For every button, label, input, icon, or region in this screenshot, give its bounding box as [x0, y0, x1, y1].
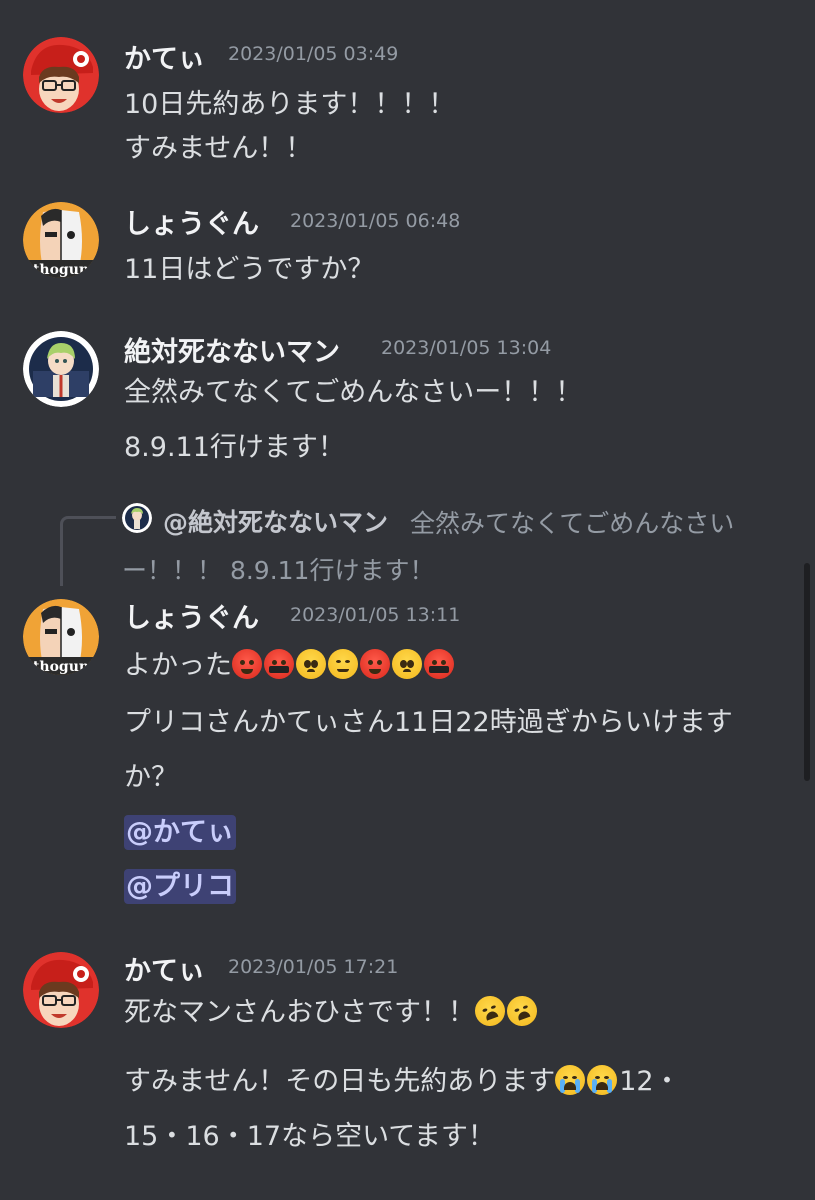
reply-preview[interactable]: 全然みてなくてごめんなさい [410, 504, 734, 540]
user-avatar[interactable] [23, 952, 99, 1028]
message-text: すみません！その日も先約あります 12・ [124, 1059, 681, 1098]
author-name[interactable]: かてぃ [124, 949, 205, 988]
pleading-face-emoji [392, 649, 422, 679]
message-mention: @プリコ [124, 864, 236, 904]
message-text: プリコさんかてぃさん11日22時過ぎからいけます [124, 707, 733, 738]
message-mention: @かてぃ [124, 810, 236, 850]
pleading-face-emoji [296, 649, 326, 679]
reply-avatar[interactable] [122, 503, 152, 533]
message-text: 死なマンさんおひさです！！ [124, 990, 542, 1031]
loudly-crying-face-emoji [587, 1065, 618, 1095]
message-text-prefix: 死なマンさんおひさです！！ [124, 997, 475, 1028]
angry-face-emoji [360, 649, 390, 679]
cursing-face-emoji [424, 649, 454, 679]
message-text-prefix: すみません！その日も先約あります [124, 1066, 556, 1097]
message-timestamp: 2023/01/05 13:04 [381, 337, 552, 359]
chat-log: かてぃ 2023/01/05 03:49 10日先約あります！！！！ すみません… [0, 0, 815, 1200]
user-avatar[interactable] [23, 37, 99, 113]
reply-connector [60, 516, 116, 586]
user-mention[interactable]: @かてぃ [124, 815, 236, 850]
user-avatar[interactable] [23, 331, 99, 407]
user-mention[interactable]: @プリコ [124, 869, 236, 904]
author-name[interactable]: 絶対死なないマン [124, 330, 340, 369]
svg-text:thogun: thogun [33, 262, 89, 278]
message-text: 8.9.11行けます！ [124, 432, 345, 463]
rolling-on-floor-laughing-emoji [502, 991, 542, 1031]
author-name[interactable]: しょうぐん [124, 202, 259, 241]
reply-author[interactable]: @絶対死なないマン [163, 503, 388, 539]
user-avatar[interactable]: thogun [23, 202, 99, 278]
message-timestamp: 2023/01/05 13:11 [290, 604, 461, 626]
message-timestamp: 2023/01/05 03:49 [228, 43, 399, 65]
angry-face-emoji [232, 649, 262, 679]
message-text-suffix: 12・ [619, 1066, 681, 1097]
message-text-prefix: よかった [124, 650, 232, 681]
unamused-face-emoji [328, 649, 358, 679]
author-name[interactable]: しょうぐん [124, 596, 259, 635]
loudly-crying-face-emoji [555, 1065, 586, 1095]
message-text: か？ [124, 762, 178, 793]
cursing-face-emoji [264, 649, 294, 679]
message-text: よかった [124, 643, 456, 682]
message-text: すみません！！ [124, 133, 313, 164]
message-text: 全然みてなくてごめんなさいー！！！ [124, 377, 583, 408]
message-timestamp: 2023/01/05 06:48 [290, 210, 461, 232]
message-text: 15・16・17なら空いてます！ [124, 1121, 495, 1152]
message-text: 11日はどうですか？ [124, 254, 375, 285]
scrollbar-thumb[interactable] [804, 563, 810, 781]
user-avatar[interactable]: thogun [23, 599, 99, 675]
rolling-on-floor-laughing-emoji [470, 991, 510, 1031]
message-text: 10日先約あります！！！！ [124, 89, 456, 120]
reply-preview[interactable]: ー！！！ 8.9.11行けます！ [122, 551, 434, 587]
author-name[interactable]: かてぃ [124, 37, 205, 76]
svg-text:thogun: thogun [33, 659, 89, 675]
message-timestamp: 2023/01/05 17:21 [228, 956, 399, 978]
